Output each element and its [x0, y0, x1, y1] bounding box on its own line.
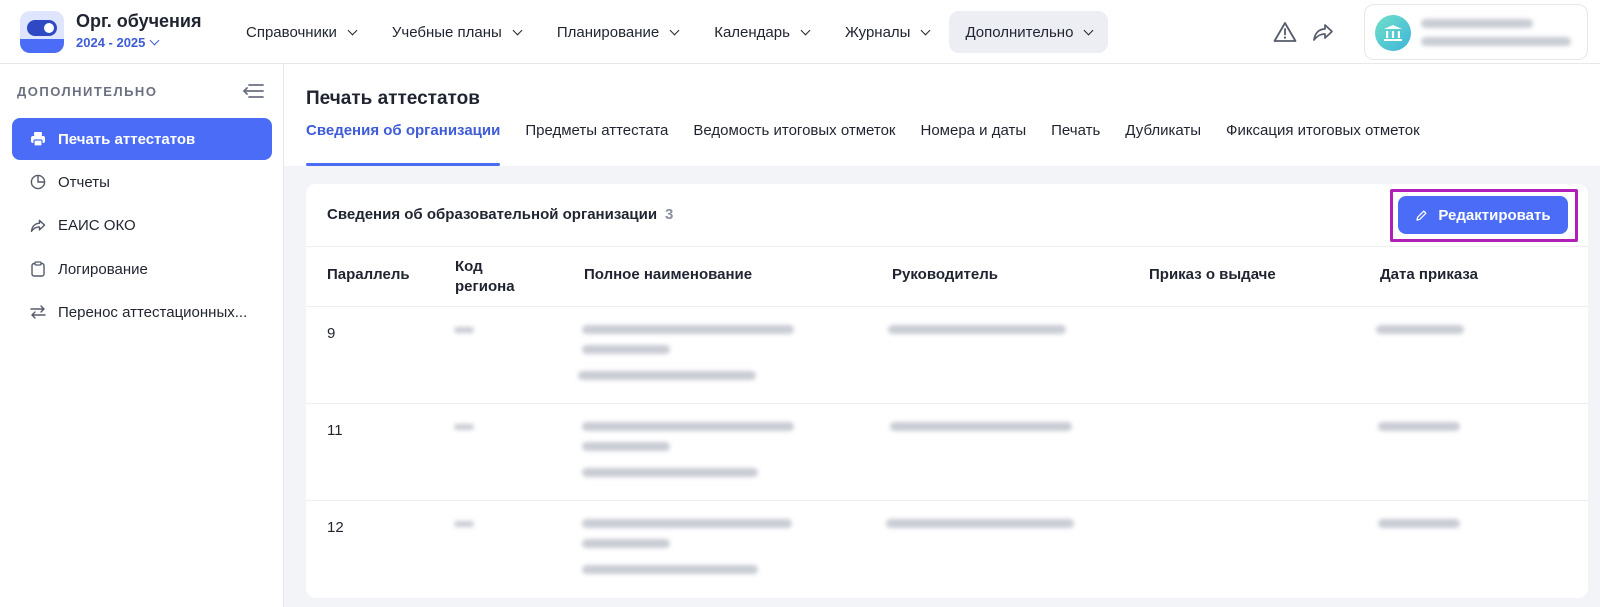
- parallel-value: 9: [327, 325, 336, 342]
- tab-final-marks-sheet[interactable]: Ведомость итоговых отметок: [693, 122, 895, 164]
- clipboard-icon: [30, 261, 46, 277]
- tab-print[interactable]: Печать: [1051, 122, 1100, 164]
- column-full-name: Полное наименование: [584, 266, 753, 283]
- avatar: [1375, 15, 1411, 51]
- tab-bar: Сведения об организации Предметы аттеста…: [306, 122, 1420, 166]
- page-title: Печать аттестатов: [306, 88, 480, 109]
- nav-item-additional[interactable]: Дополнительно: [949, 11, 1109, 53]
- column-region-code: Код региона: [455, 258, 515, 295]
- app-title: Орг. обучения: [76, 11, 202, 31]
- table-row[interactable]: 12: [306, 501, 1588, 598]
- sidebar-item-logging[interactable]: Логирование: [12, 248, 272, 290]
- share-icon: [30, 217, 46, 233]
- column-order-date: Дата приказа: [1380, 266, 1478, 283]
- nav-item-planning[interactable]: Планирование: [541, 11, 694, 53]
- warning-icon[interactable]: [1273, 20, 1297, 44]
- sidebar: ДОПОЛНИТЕЛЬНО Печать аттестатов Отчеты Е…: [0, 64, 284, 607]
- share-icon[interactable]: [1311, 20, 1335, 44]
- main-nav: Справочники Учебные планы Планирование К…: [230, 11, 1112, 53]
- tab-numbers-and-dates[interactable]: Номера и даты: [920, 122, 1026, 164]
- pencil-icon: [1416, 209, 1427, 221]
- chevron-down-icon: [512, 25, 523, 35]
- collapse-sidebar-icon[interactable]: [241, 82, 265, 100]
- column-issue-order: Приказ о выдаче: [1149, 266, 1276, 283]
- tab-certificate-subjects[interactable]: Предметы аттестата: [525, 122, 668, 164]
- sidebar-title: ДОПОЛНИТЕЛЬНО: [17, 84, 158, 99]
- nav-item-journals[interactable]: Журналы: [829, 11, 946, 53]
- sidebar-item-transfer[interactable]: Перенос аттестационных...: [12, 291, 272, 333]
- sidebar-item-eais-oko[interactable]: ЕАИС ОКО: [12, 204, 272, 246]
- swap-arrows-icon: [30, 304, 46, 320]
- card-header: Сведения об образовательной организации …: [306, 184, 1588, 247]
- nav-item-references[interactable]: Справочники: [230, 11, 372, 53]
- nav-item-calendar[interactable]: Календарь: [698, 11, 825, 53]
- printer-icon: [30, 131, 46, 147]
- chevron-down-icon: [669, 25, 680, 35]
- table-row[interactable]: 11: [306, 404, 1588, 501]
- column-parallel: Параллель: [327, 266, 410, 283]
- chevron-down-icon: [347, 25, 358, 35]
- sidebar-item-reports[interactable]: Отчеты: [12, 161, 272, 203]
- parallel-value: 11: [327, 422, 343, 439]
- nav-item-curriculum[interactable]: Учебные планы: [376, 11, 537, 53]
- record-count: 3: [665, 206, 674, 223]
- chevron-down-icon: [1083, 25, 1094, 35]
- chevron-down-icon: [800, 25, 811, 35]
- edit-button[interactable]: Редактировать: [1398, 196, 1568, 234]
- year-label: 2024 - 2025: [76, 35, 146, 50]
- user-profile[interactable]: [1364, 4, 1588, 60]
- chevron-down-icon: [921, 25, 931, 35]
- table-row[interactable]: 9: [306, 307, 1588, 404]
- top-header: Орг. обучения 2024 - 2025 Справочники Уч…: [0, 0, 1600, 64]
- pie-chart-icon: [30, 174, 46, 190]
- app-logo[interactable]: [20, 11, 64, 53]
- tab-organization-info[interactable]: Сведения об организации: [306, 122, 501, 166]
- organization-info-card: Сведения об образовательной организации …: [306, 184, 1588, 598]
- tab-fix-final-marks[interactable]: Фиксация итоговых отметок: [1226, 122, 1420, 164]
- sidebar-item-print-certificates[interactable]: Печать аттестатов: [12, 118, 272, 160]
- column-director: Руководитель: [892, 266, 998, 283]
- parallel-value: 12: [327, 519, 344, 536]
- tab-duplicates[interactable]: Дубликаты: [1125, 122, 1201, 164]
- chevron-down-icon: [149, 35, 160, 46]
- card-title: Сведения об образовательной организации: [327, 206, 658, 223]
- year-selector[interactable]: 2024 - 2025: [76, 35, 160, 50]
